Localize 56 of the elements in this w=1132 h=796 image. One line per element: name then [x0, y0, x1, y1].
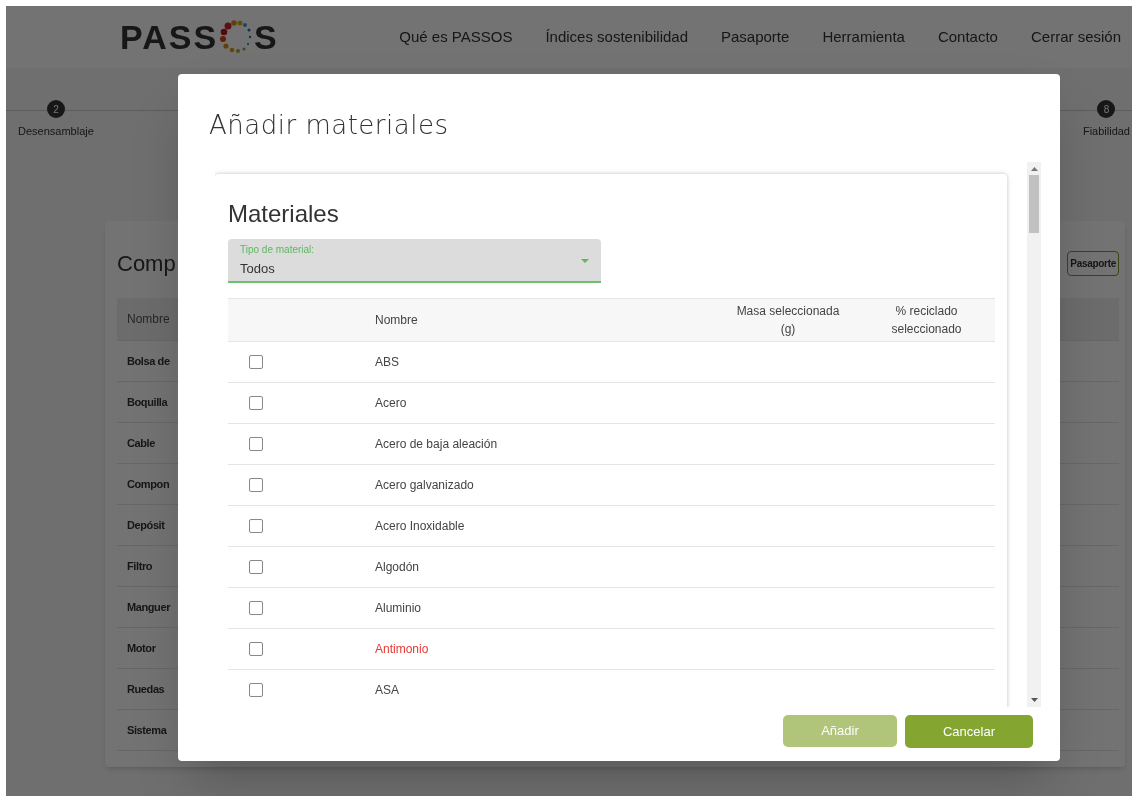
table-cell-text: Acero galvanizado [375, 477, 474, 494]
column-header: Nombre [375, 312, 418, 329]
table-cell-text: Boquilla [127, 394, 168, 410]
table-cell-text: Antimonio [375, 641, 429, 658]
column-header: Masa seleccionada (g) [735, 303, 841, 338]
checkbox[interactable] [249, 437, 263, 451]
checkbox[interactable] [249, 683, 263, 697]
checkbox[interactable] [249, 560, 263, 574]
table-cell-text: Manguer [127, 599, 171, 615]
nav-link[interactable]: Qué es PASSOS [399, 25, 513, 49]
nav-link[interactable]: Cerrar sesión [1030, 25, 1121, 49]
cancel-button[interactable]: Cancelar [905, 715, 1033, 748]
column-header: Nombre [127, 311, 170, 328]
table-cell-text: Compon [127, 476, 170, 492]
table-cell-text: Acero Inoxidable [375, 518, 465, 535]
table-cell-text: Filtro [127, 558, 153, 574]
card-title: Comp [117, 250, 176, 278]
scroll-up-arrow-icon[interactable] [1030, 167, 1038, 171]
scroll-down-arrow-icon[interactable] [1030, 698, 1038, 702]
step-number[interactable]: 8 [1097, 100, 1116, 118]
table-cell-text: Ruedas [127, 681, 165, 697]
section-title: Materiales [228, 199, 340, 229]
table-cell-text: Cable [127, 435, 155, 451]
table-cell-text: ASA [375, 682, 399, 699]
table-cell-text: Algodón [375, 559, 420, 576]
nav-link[interactable]: Pasaporte [721, 25, 790, 49]
passport-button[interactable]: Pasaporte [1067, 251, 1119, 276]
table-cell-text: Bolsa de [127, 353, 170, 369]
dialog-title: Añadir materiales [208, 109, 450, 142]
scrollbar-thumb[interactable] [1029, 175, 1039, 233]
checkbox[interactable] [249, 642, 263, 656]
nav-link[interactable]: Índices sostenibilidad [545, 25, 688, 49]
dropdown-arrow-icon [581, 259, 589, 263]
column-header: % reciclado seleccionado [890, 303, 963, 338]
step-label[interactable]: Desensamblaje [18, 123, 94, 140]
material-type-select[interactable]: Tipo de material: Todos [228, 239, 601, 283]
logo-text: PASS [120, 16, 219, 58]
checkbox[interactable] [249, 478, 263, 492]
table-cell-text: Acero de baja aleación [375, 436, 498, 453]
table-cell-text: Sistema [127, 722, 167, 738]
table-cell-text: Motor [127, 640, 156, 656]
nav-link[interactable]: Herramienta [822, 25, 905, 49]
checkbox[interactable] [249, 519, 263, 533]
checkbox[interactable] [249, 396, 263, 410]
table-cell-text: Depósit [127, 517, 165, 533]
table-cell-text: Aluminio [375, 600, 422, 617]
scrollbar[interactable] [1027, 162, 1041, 707]
checkbox[interactable] [249, 355, 263, 369]
step-number[interactable]: 2 [46, 100, 65, 118]
step-label[interactable]: Fiabilidad [1082, 123, 1130, 140]
logo-text: S [254, 16, 279, 58]
checkbox[interactable] [249, 601, 263, 615]
dotted-circle-logo-icon [219, 20, 254, 54]
table-cell-text: ABS [375, 354, 399, 371]
table-cell-text: Acero [375, 395, 407, 412]
nav-link[interactable]: Contacto [937, 25, 998, 49]
